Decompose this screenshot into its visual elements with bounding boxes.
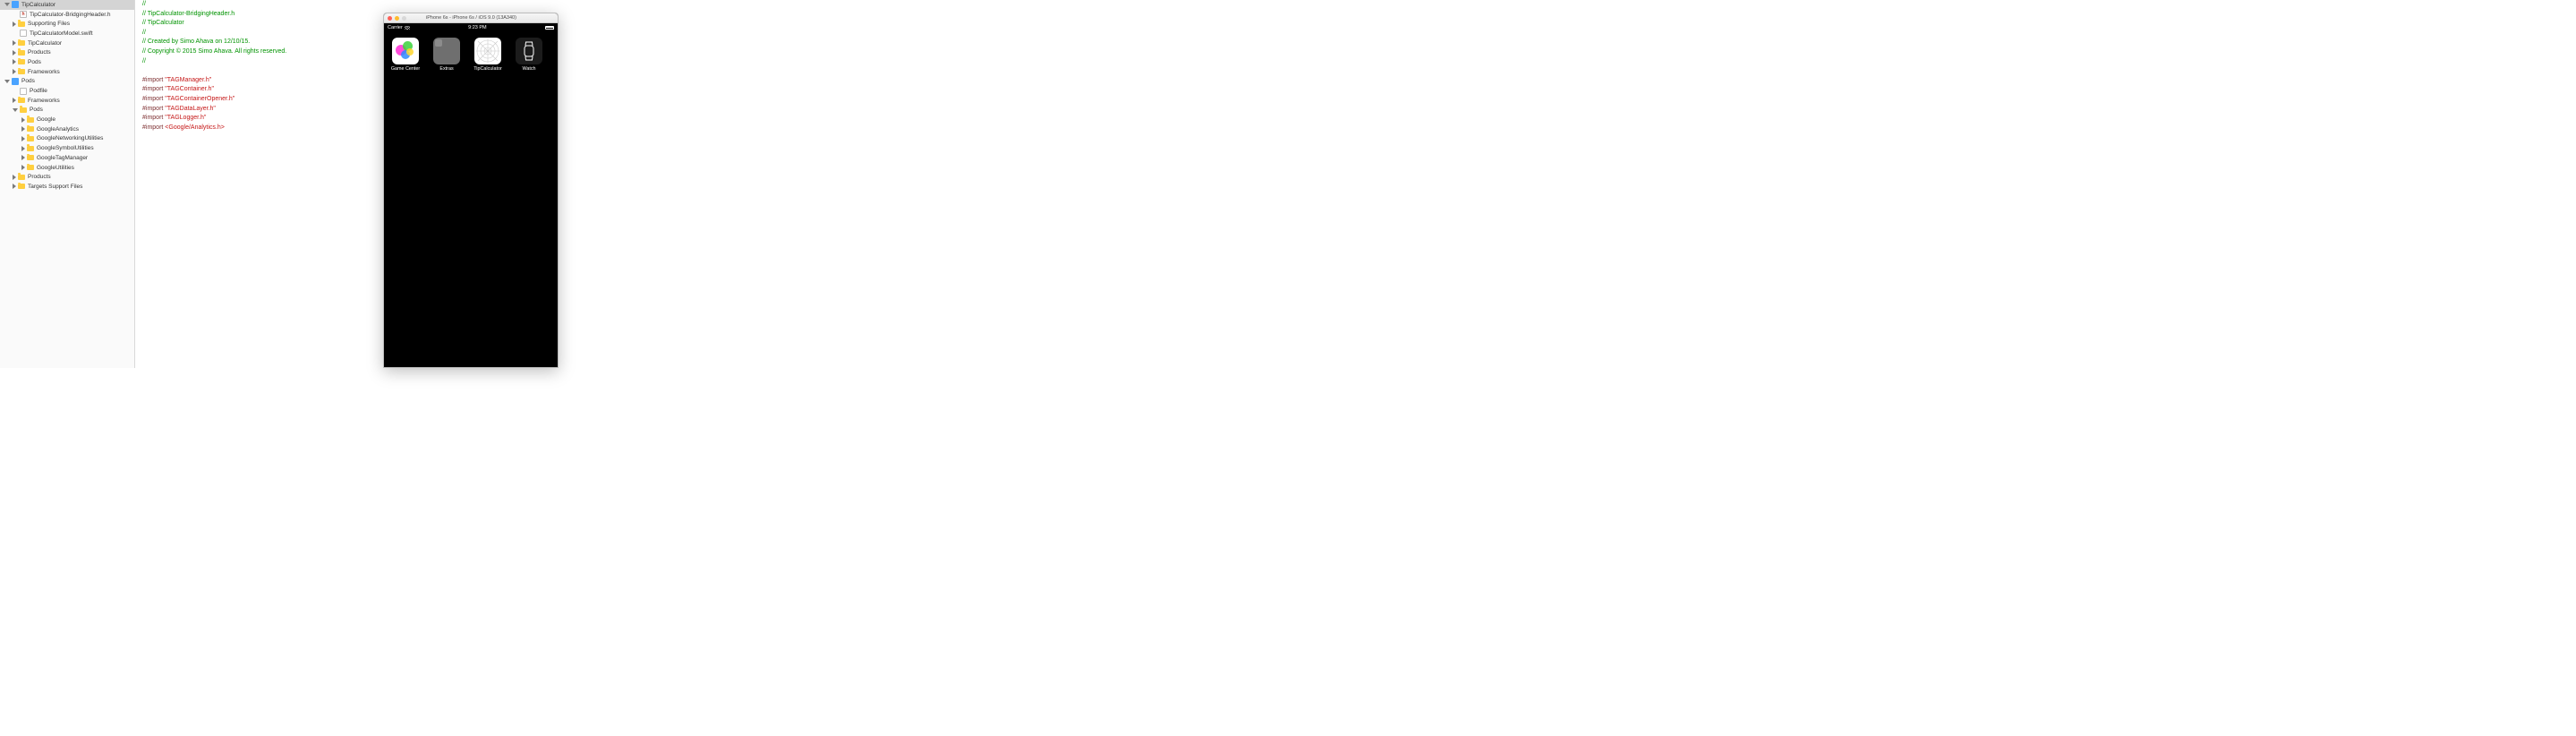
wifi-icon [405, 25, 410, 30]
watch-icon [516, 38, 542, 64]
folder-label: Products [28, 174, 51, 180]
code-line: // TipCalculator-BridgingHeader.h [142, 10, 1288, 20]
file-label: Podfile [30, 88, 47, 94]
file-navigator[interactable]: TipCalculator hTipCalculator-BridgingHea… [0, 0, 135, 368]
app-extras[interactable]: Extras [430, 38, 464, 72]
traffic-lights [388, 16, 406, 21]
folder-label: Frameworks [28, 69, 60, 75]
code-line: // [142, 29, 1288, 39]
nav-folder-google[interactable]: Google [0, 115, 134, 124]
project-label: Pods [21, 78, 35, 84]
nav-folder-google-tagmanager[interactable]: GoogleTagManager [0, 153, 134, 163]
nav-folder-frameworks-2[interactable]: Frameworks [0, 96, 134, 106]
nav-folder-targets-support[interactable]: Targets Support Files [0, 182, 134, 192]
code-line: #import "TAGLogger.h" [142, 114, 1288, 124]
app-label: TipCalculator [473, 66, 502, 72]
simulator-title: iPhone 6s - iPhone 6s / iOS 9.0 (13A340) [410, 15, 533, 21]
code-line: // [142, 57, 1288, 67]
folder-label: Pods [28, 59, 41, 65]
extras-folder-icon [433, 38, 460, 64]
nav-file-podfile[interactable]: Podfile [0, 86, 134, 96]
simulator-titlebar[interactable]: iPhone 6s - iPhone 6s / iOS 9.0 (13A340) [384, 13, 558, 23]
nav-folder-google-utilities[interactable]: GoogleUtilities [0, 163, 134, 173]
nav-folder-pods-2[interactable]: Pods [0, 106, 134, 116]
nav-folder-tipcalculator[interactable]: TipCalculator [0, 39, 134, 48]
code-line: // [142, 0, 1288, 10]
folder-label: Pods [30, 107, 43, 113]
nav-root[interactable]: TipCalculator [0, 0, 134, 10]
app-tipcalculator[interactable]: TipCalculator [471, 38, 505, 72]
nav-file-bridging-header[interactable]: hTipCalculator-BridgingHeader.h [0, 10, 134, 20]
battery-icon [545, 26, 554, 30]
app-watch[interactable]: Watch [512, 38, 546, 72]
nav-pods-project[interactable]: Pods [0, 77, 134, 87]
code-line: // Copyright © 2015 Simo Ahava. All righ… [142, 47, 1288, 57]
code-editor[interactable]: // // TipCalculator-BridgingHeader.h // … [137, 0, 1288, 368]
code-line: // Created by Simo Ahava on 12/10/15. [142, 38, 1288, 47]
zoom-icon[interactable] [402, 16, 406, 21]
code-line: #import "TAGContainer.h" [142, 85, 1288, 95]
app-label: Watch [522, 66, 535, 72]
code-blank-line [142, 66, 1288, 76]
nav-folder-google-analytics[interactable]: GoogleAnalytics [0, 124, 134, 134]
minimize-icon[interactable] [395, 16, 399, 21]
app-game-center[interactable]: Game Center [388, 38, 422, 72]
file-label: TipCalculatorModel.swift [30, 30, 93, 37]
code-line: #import "TAGContainerOpener.h" [142, 95, 1288, 105]
code-line: // TipCalculator [142, 19, 1288, 29]
folder-label: Targets Support Files [28, 184, 82, 190]
folder-label: Google [37, 116, 55, 123]
nav-folder-google-networking[interactable]: GoogleNetworkingUtilities [0, 134, 134, 144]
code-line: #import "TAGManager.h" [142, 76, 1288, 86]
nav-folder-supporting-files[interactable]: Supporting Files [0, 19, 134, 29]
folder-label: Products [28, 49, 51, 56]
game-center-icon [392, 38, 419, 64]
nav-folder-frameworks[interactable]: Frameworks [0, 67, 134, 77]
folder-label: GoogleNetworkingUtilities [37, 135, 103, 141]
app-label: Extras [439, 66, 453, 72]
folder-label: GoogleUtilities [37, 165, 74, 171]
folder-label: GoogleAnalytics [37, 126, 79, 133]
app-label: Game Center [391, 66, 420, 72]
nav-folder-pods[interactable]: Pods [0, 57, 134, 67]
folder-label: GoogleSymbolUtilities [37, 145, 94, 151]
nav-folder-google-symbol[interactable]: GoogleSymbolUtilities [0, 143, 134, 153]
folder-label: Supporting Files [28, 21, 70, 27]
ios-simulator-window: iPhone 6s - iPhone 6s / iOS 9.0 (13A340)… [383, 13, 559, 368]
folder-label: TipCalculator [28, 40, 62, 47]
file-label: TipCalculator-BridgingHeader.h [30, 12, 110, 18]
folder-label: GoogleTagManager [37, 155, 88, 161]
ios-status-bar: Carrier 9:23 PM [384, 23, 558, 31]
nav-folder-products-2[interactable]: Products [0, 172, 134, 182]
nav-folder-products[interactable]: Products [0, 47, 134, 57]
ios-home-screen[interactable]: Game Center Extras TipCalculator Watch [384, 31, 558, 78]
carrier-label: Carrier [388, 25, 403, 30]
folder-label: Frameworks [28, 98, 60, 104]
close-icon[interactable] [388, 16, 392, 21]
nav-root-label: TipCalculator [21, 2, 55, 8]
code-line: #import <Google/Analytics.h> [142, 124, 1288, 133]
status-time: 9:23 PM [468, 25, 486, 30]
nav-file-model-swift[interactable]: TipCalculatorModel.swift [0, 29, 134, 39]
code-line: #import "TAGDataLayer.h" [142, 105, 1288, 115]
tipcalculator-icon [474, 38, 501, 64]
